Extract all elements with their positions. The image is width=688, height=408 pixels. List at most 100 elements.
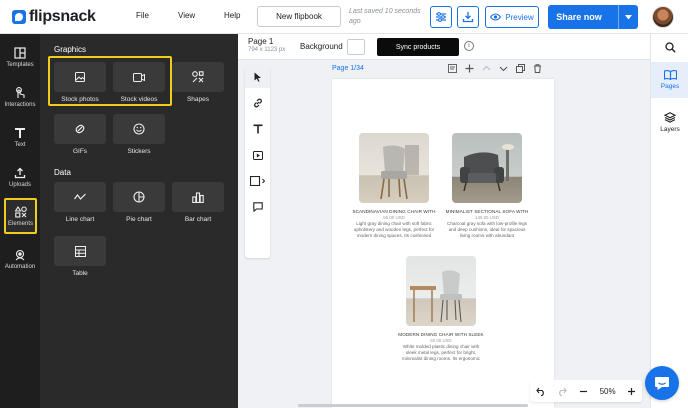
trash-icon[interactable] [533,64,542,73]
rail-item-uploads[interactable]: Uploads [0,158,40,196]
caret-down-icon [625,14,632,19]
tile-label: Table [72,270,88,277]
tool-palette [245,66,270,258]
preview-button[interactable]: Preview [485,6,539,28]
user-avatar[interactable] [652,6,674,28]
square-icon [249,176,265,186]
page-actions [448,64,542,73]
move-down-icon[interactable] [499,64,508,73]
tile-shapes[interactable]: Shapes [172,62,224,108]
flipsnack-logo[interactable]: flipsnack [12,8,96,26]
tile-label: Line chart [65,216,95,223]
zoom-out-icon[interactable] [579,387,588,396]
bar-chart-icon [192,191,204,203]
tile-label: Bar chart [184,216,212,223]
download-button[interactable] [457,6,479,28]
product-price: 55.00 USD [383,215,405,220]
search-button[interactable] [651,38,688,56]
new-flipbook-button[interactable]: New flipbook [257,6,341,27]
templates-icon [14,46,26,59]
add-page-icon[interactable] [465,64,474,73]
product-title: MINIMALIST SECTIONAL SOFA WITH [445,209,529,214]
menu-view[interactable]: View [178,11,195,20]
elements-icon [14,205,27,218]
table-icon [74,245,86,257]
tile-label: Shapes [186,96,210,103]
product-card[interactable]: MODERN DINING CHAIR WITH SLEEK 60.00 USD… [398,256,484,362]
pointer-icon [16,86,25,98]
tile-bar-chart[interactable]: Bar chart [172,182,224,228]
product-card[interactable]: MINIMALIST SECTIONAL SOFA WITH 140.00 US… [444,133,530,239]
undo-icon[interactable] [536,387,546,396]
elements-panel: Graphics Stock photos Stock videos Shape… [40,34,238,408]
tile-stickers[interactable]: Stickers [113,114,165,160]
menu-help[interactable]: Help [224,11,240,20]
rail-item-interactions[interactable]: Interactions [0,78,40,116]
product-description: White molded plastic dining chair with s… [401,344,481,361]
share-dropdown-toggle[interactable] [618,5,638,29]
dining-chair-image-icon [410,270,462,323]
rail-item-text[interactable]: Text [0,118,40,156]
preview-label: Preview [505,12,534,22]
rail-item-templates[interactable]: Templates [0,38,40,76]
duplicate-icon[interactable] [516,64,525,73]
comment-tool[interactable] [245,196,270,218]
note-icon[interactable] [448,64,457,73]
redo-icon[interactable] [557,387,568,396]
upload-icon [14,167,26,178]
link-tool[interactable] [245,92,270,114]
section-heading-data: Data [54,168,71,177]
settings-sliders-button[interactable] [430,6,452,28]
background-color-swatch[interactable] [347,39,365,55]
rail-item-elements[interactable]: Elements [4,198,37,234]
text-tool[interactable] [245,118,270,140]
rail-item-automation[interactable]: Automation [0,240,40,278]
page-properties-bar: Page 1 794 x 1123 px Background Sync pro… [238,34,650,60]
horizontal-scrollbar[interactable] [298,404,528,407]
tile-table[interactable]: Table [54,236,106,282]
right-panel: Pages Layers [650,34,688,408]
canvas-area: Page 1 794 x 1123 px Background Sync pro… [238,34,650,408]
product-description: Light gray dining chair with soft fabric… [353,221,435,238]
shapes-icon [192,71,204,83]
product-image [406,256,476,326]
tile-line-chart[interactable]: Line chart [54,182,106,228]
link-icon [253,98,262,108]
rail-label: Interactions [4,101,36,108]
product-image [359,133,429,203]
eye-icon [490,13,502,21]
zoom-in-icon[interactable] [627,387,636,396]
layers-label: Layers [660,125,680,133]
video-player-icon [252,150,263,160]
media-tool[interactable] [245,144,270,166]
rail-label: Automation [4,263,36,270]
product-card[interactable]: SCANDINAVIAN DINING CHAIR WITH 55.00 USD… [351,133,437,239]
chat-support-button[interactable] [645,366,679,400]
shape-tool[interactable] [245,170,270,192]
product-description: Charcoal gray sofa with low-profile legs… [447,221,527,238]
tile-label: Stickers [127,148,151,155]
tile-gifs[interactable]: GIFs [54,114,106,160]
pages-book-icon [663,70,677,80]
sliders-icon [436,12,446,22]
tile-box [172,62,224,92]
comment-icon [252,202,263,212]
share-now-button[interactable]: Share now [548,5,638,29]
save-status: Last saved 10 seconds ago [349,8,421,25]
tile-pie-chart[interactable]: Pie chart [113,182,165,228]
product-image [452,133,522,203]
info-icon[interactable]: i [464,41,474,51]
sync-products-button[interactable]: Sync products [377,38,459,56]
tile-box [113,182,165,212]
move-up-icon[interactable] [482,64,491,73]
rail-label: Text [14,141,26,148]
rail-label: Uploads [8,181,31,188]
line-chart-icon [74,193,86,200]
select-tool[interactable] [245,66,270,88]
flipbook-page[interactable]: SCANDINAVIAN DINING CHAIR WITH 55.00 USD… [332,79,554,408]
menu-file[interactable]: File [136,11,149,20]
pie-chart-icon [133,191,145,203]
tab-pages[interactable]: Pages [651,62,688,98]
product-title: MODERN DINING CHAIR WITH SLEEK [398,332,484,337]
tab-layers[interactable]: Layers [651,104,688,140]
